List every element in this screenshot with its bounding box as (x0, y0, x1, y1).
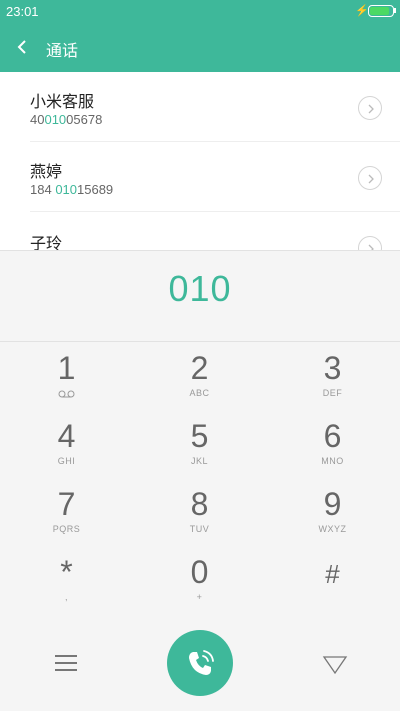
contact-number: 184 01015689 (30, 182, 114, 197)
key-5[interactable]: 5 JKL (133, 410, 266, 478)
status-time: 23:01 (6, 4, 39, 19)
contact-name: 子玲 (30, 234, 63, 250)
key-4[interactable]: 4 GHI (0, 410, 133, 478)
contact-detail-button[interactable] (358, 166, 382, 190)
key-1[interactable]: 1 (0, 342, 133, 410)
phone-call-icon (189, 650, 214, 675)
dialed-number: 010 (168, 268, 232, 309)
battery-tip (394, 8, 396, 13)
key-star[interactable]: * , (0, 546, 133, 614)
contact-detail-button[interactable] (358, 236, 382, 250)
battery-icon (368, 5, 394, 17)
contact-row[interactable]: 燕婷 184 01015689 (0, 142, 400, 212)
contact-row[interactable]: 子玲 (0, 212, 400, 250)
contact-name: 燕婷 (30, 162, 63, 181)
key-9[interactable]: 9 WXYZ (266, 478, 399, 546)
back-icon[interactable] (14, 36, 34, 58)
key-0[interactable]: 0 + (133, 546, 266, 614)
keypad: 1 2 ABC 3 DEF 4 GHI 5 JKL 6 MNO 7 PQRS 8… (0, 342, 400, 614)
contact-detail-button[interactable] (358, 96, 382, 120)
contact-name: 小米客服 (30, 92, 95, 111)
key-7[interactable]: 7 PQRS (0, 478, 133, 546)
menu-icon[interactable] (55, 654, 77, 672)
chevron-right-icon (368, 104, 374, 114)
number-display: 010 (0, 250, 400, 342)
key-2[interactable]: 2 ABC (133, 342, 266, 410)
dialer-bottom-bar (0, 614, 400, 711)
app-bar: 通话 (0, 22, 400, 72)
key-8[interactable]: 8 TUV (133, 478, 266, 546)
chevron-right-icon (368, 174, 374, 184)
key-3[interactable]: 3 DEF (266, 342, 399, 410)
collapse-triangle-icon[interactable] (322, 655, 348, 675)
key-6[interactable]: 6 MNO (266, 410, 399, 478)
contact-row[interactable]: 小米客服 4001005678 (0, 72, 400, 142)
contact-number: 4001005678 (30, 112, 103, 127)
chevron-right-icon (368, 244, 374, 250)
voicemail-icon (58, 390, 75, 398)
call-button[interactable] (167, 630, 233, 696)
page-title: 通话 (46, 41, 79, 60)
charging-icon: ⚡ (355, 5, 369, 17)
key-hash[interactable]: # (266, 546, 399, 614)
status-bar: 23:01 ⚡ (0, 0, 400, 22)
contact-list: 小米客服 4001005678 燕婷 184 01015689 子玲 (0, 72, 400, 250)
